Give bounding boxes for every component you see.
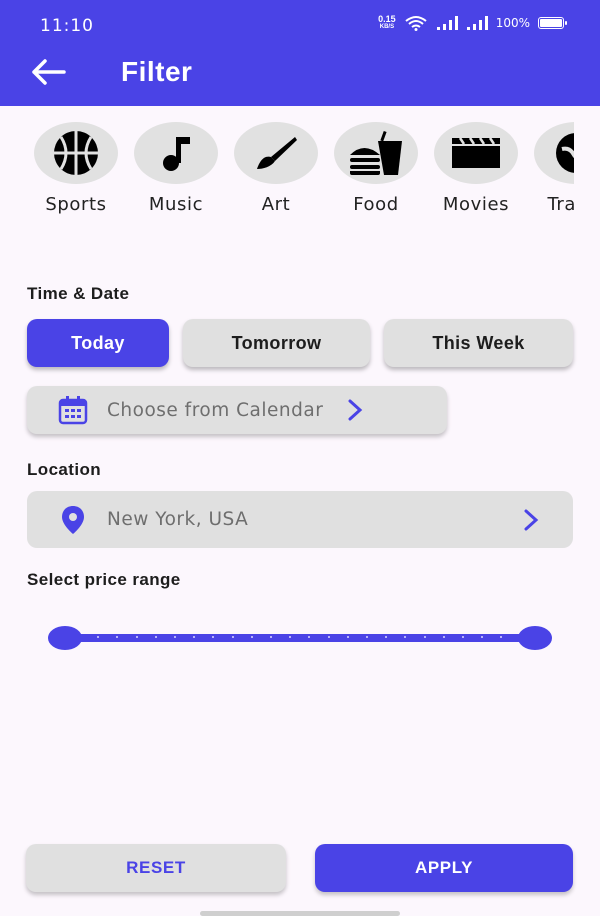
category-art[interactable]: Art [226,122,326,215]
network-speed-value: 0.15 [378,14,396,24]
category-food[interactable]: Food [326,122,426,215]
price-range-title: Select price range [27,570,181,589]
slider-ticks [78,636,522,640]
calendar-placeholder: Choose from Calendar [107,399,324,421]
this-week-chip[interactable]: This Week [384,319,573,367]
battery-percent: 100% [495,16,530,30]
slider-thumb-max[interactable] [518,626,552,650]
calendar-icon [58,396,88,425]
category-label: Movies [442,194,510,215]
reset-button[interactable]: RESET [26,844,286,892]
apply-button[interactable]: APPLY [315,844,573,892]
wifi-icon [405,16,427,31]
category-music[interactable]: Music [126,122,226,215]
app-bar: 11:10 0.15 KB/S 100% Filter [0,0,600,106]
clapperboard-icon [452,137,500,168]
status-time: 11:10 [40,16,94,36]
music-note-icon [163,137,190,171]
category-sports[interactable]: Sports [26,122,126,215]
today-chip[interactable]: Today [27,319,169,367]
paintbrush-icon [257,137,297,169]
category-label: Music [148,194,204,215]
home-indicator [200,911,400,916]
location-value: New York, USA [107,509,249,530]
tomorrow-chip[interactable]: Tomorrow [183,319,370,367]
back-button[interactable] [28,54,68,90]
battery-icon [538,17,567,29]
category-icon-circle [34,122,118,184]
signal-icon [436,16,458,30]
category-icon-circle [334,122,418,184]
network-speed: 0.15 KB/S [378,15,396,31]
globe-icon [556,133,574,173]
category-icon-circle [434,122,518,184]
category-icon-circle [134,122,218,184]
arrow-left-icon [32,59,66,85]
signal-icon-2 [466,16,488,30]
category-travel[interactable]: Travel [526,122,574,215]
basketball-icon [54,131,98,175]
page-title: Filter [121,56,193,87]
location-pin-icon [62,505,84,534]
chevron-right-icon [348,399,363,421]
network-speed-unit: KB/S [379,24,395,30]
category-icon-circle [234,122,318,184]
status-bar: 11:10 0.15 KB/S 100% [0,0,600,52]
category-carousel[interactable]: Sports Music Art Food Movies Tra [26,122,574,222]
location-field[interactable]: New York, USA [27,491,573,548]
slider-thumb-min[interactable] [48,626,82,650]
price-range-slider[interactable] [48,620,552,656]
category-label: Travel [547,194,574,215]
chevron-right-icon [524,509,539,530]
status-icons: 0.15 KB/S 100% [378,15,567,31]
category-movies[interactable]: Movies [426,122,526,215]
category-label: Art [261,194,291,215]
calendar-picker[interactable]: Choose from Calendar [27,386,447,434]
category-icon-circle [534,122,574,184]
time-date-title: Time & Date [27,284,130,303]
category-label: Food [353,194,399,215]
burger-drink-icon [350,130,402,175]
category-label: Sports [45,194,107,215]
location-title: Location [27,460,102,479]
